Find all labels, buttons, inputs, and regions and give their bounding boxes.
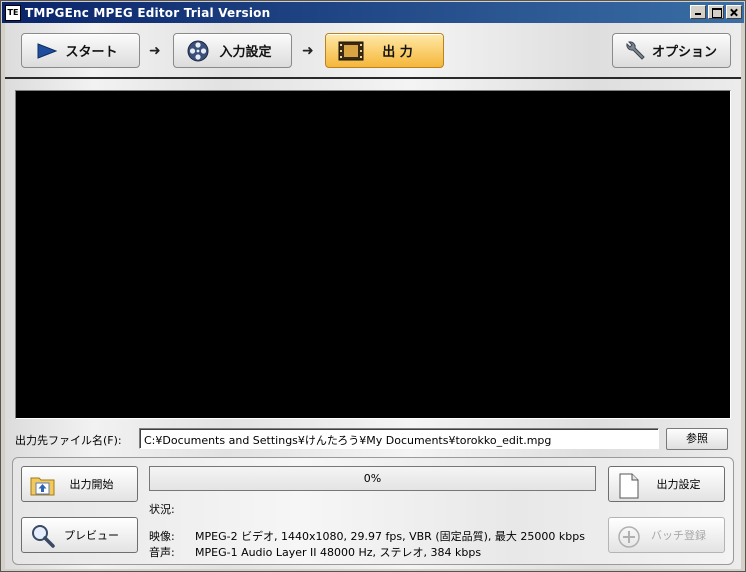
play-triangle-icon bbox=[36, 41, 58, 65]
audio-info-value: MPEG-1 Audio Layer II 48000 Hz, ステレオ, 38… bbox=[195, 546, 482, 559]
output-filename-field[interactable]: C:¥Documents and Settings¥けんたろう¥My Docum… bbox=[139, 428, 659, 449]
video-info-value: MPEG-2 ビデオ, 1440x1080, 29.97 fps, VBR (固… bbox=[195, 530, 585, 543]
output-settings-button[interactable]: 出力設定 bbox=[608, 466, 725, 502]
close-button[interactable] bbox=[726, 5, 742, 19]
app-icon[interactable]: TE bbox=[5, 4, 21, 21]
title-bar[interactable]: TE TMPGEnc MPEG Editor Trial Version bbox=[2, 2, 744, 23]
step-output-button[interactable]: 出 力 bbox=[325, 33, 444, 68]
batch-register-button[interactable]: バッチ登録 bbox=[608, 517, 725, 553]
app-window: TE TMPGEnc MPEG Editor Trial Version スター… bbox=[0, 0, 746, 572]
film-reel-icon bbox=[186, 40, 210, 66]
start-output-label: 出力開始 bbox=[69, 478, 114, 491]
step-output-label: 出 力 bbox=[382, 45, 413, 60]
start-output-button[interactable]: 出力開始 bbox=[21, 466, 138, 502]
step-start-button[interactable]: スタート bbox=[21, 33, 140, 68]
progress-bar: 0% bbox=[149, 466, 596, 491]
window-title: TMPGEnc MPEG Editor Trial Version bbox=[25, 5, 271, 20]
wrench-icon bbox=[623, 40, 647, 66]
arrow-right-icon: ➜ bbox=[149, 43, 161, 59]
client-area: スタート ➜ 入力設定 ➜ 出 力 オプション 出力先ファイル名(F): C:¥… bbox=[5, 23, 741, 569]
arrow-right-icon: ➜ bbox=[302, 43, 314, 59]
progress-text: 0% bbox=[363, 472, 382, 485]
batch-register-label: バッチ登録 bbox=[651, 529, 706, 542]
output-filename-label: 出力先ファイル名(F): bbox=[15, 434, 122, 447]
audio-info-key: 音声: bbox=[149, 546, 175, 559]
step-toolbar: スタート ➜ 入力設定 ➜ 出 力 オプション bbox=[5, 23, 741, 79]
status-label: 状況: bbox=[149, 503, 175, 516]
minimize-button[interactable] bbox=[690, 5, 706, 19]
preview-label: プレビュー bbox=[64, 529, 119, 542]
maximize-button[interactable] bbox=[708, 5, 724, 19]
film-strip-icon bbox=[338, 41, 364, 65]
video-preview bbox=[15, 90, 731, 419]
step-input-settings-button[interactable]: 入力設定 bbox=[173, 33, 292, 68]
preview-button[interactable]: プレビュー bbox=[21, 517, 138, 553]
output-settings-label: 出力設定 bbox=[656, 478, 701, 491]
browse-button[interactable]: 参照 bbox=[666, 428, 728, 450]
options-button[interactable]: オプション bbox=[612, 33, 731, 68]
toolbar-divider bbox=[5, 77, 741, 79]
video-info-row: 映像: MPEG-2 ビデオ, 1440x1080, 29.97 fps, VB… bbox=[149, 528, 585, 544]
video-info-key: 映像: bbox=[149, 530, 175, 543]
audio-info-row: 音声: MPEG-1 Audio Layer II 48000 Hz, ステレオ… bbox=[149, 544, 481, 560]
